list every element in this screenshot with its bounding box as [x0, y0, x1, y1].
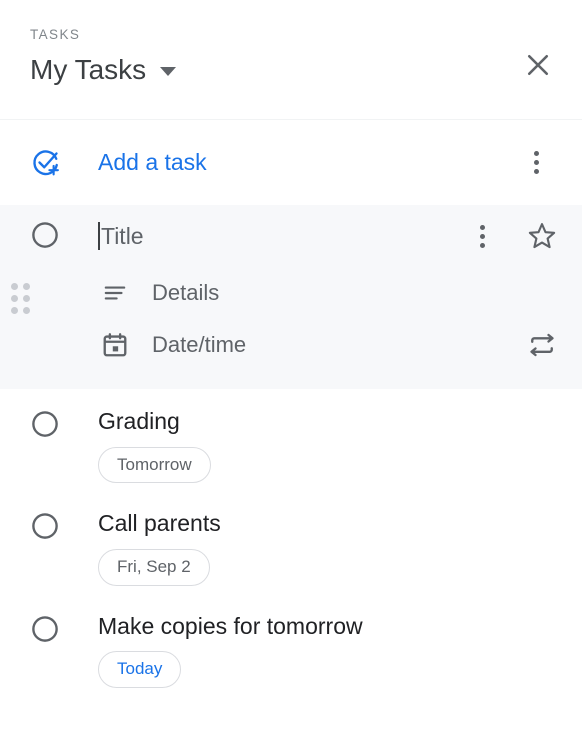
calendar-icon	[100, 330, 130, 360]
task-content: Grading Tomorrow	[98, 407, 211, 484]
circle-unchecked-icon	[32, 222, 58, 248]
close-button[interactable]	[516, 43, 560, 87]
star-outline-icon	[528, 223, 556, 249]
circle-unchecked-icon	[32, 513, 58, 540]
list-selector[interactable]: My Tasks	[30, 53, 582, 86]
task-due-chip[interactable]: Tomorrow	[98, 446, 211, 484]
add-task-check-circle-icon	[30, 147, 62, 179]
task-complete-checkbox[interactable]	[30, 614, 62, 646]
repeat-button[interactable]	[522, 325, 562, 365]
task-complete-checkbox[interactable]	[30, 409, 62, 441]
task-datetime-field[interactable]: Date/time	[0, 319, 582, 371]
more-vert-icon-dot	[533, 151, 539, 156]
add-task-label: Add a task	[98, 149, 207, 175]
more-vert-icon-dot	[533, 169, 539, 174]
task-row[interactable]: Make copies for tomorrow Today	[0, 594, 582, 696]
task-content: Call parents Fri, Sep 2	[98, 509, 221, 586]
task-datetime-placeholder: Date/time	[152, 332, 247, 357]
task-details-field[interactable]: Details	[0, 267, 582, 319]
more-vert-icon-dot	[533, 160, 539, 165]
task-title: Call parents	[98, 510, 221, 537]
new-task-title-actions	[462, 216, 562, 256]
task-title: Make copies for tomorrow	[98, 612, 363, 639]
page-title: My Tasks	[30, 53, 147, 85]
more-vert-icon	[479, 224, 485, 248]
task-content: Make copies for tomorrow Today	[98, 612, 363, 688]
add-task-button[interactable]: Add a task	[0, 120, 582, 205]
task-row[interactable]: Grading Tomorrow	[0, 389, 582, 491]
star-button[interactable]	[522, 216, 562, 256]
text-cursor	[98, 222, 100, 250]
circle-unchecked-icon	[32, 411, 58, 437]
task-complete-checkbox[interactable]	[30, 220, 62, 252]
new-task-editor: Title Details Date/time	[0, 205, 582, 389]
task-list: Grading Tomorrow Call parents Fri, Sep 2…	[0, 389, 582, 696]
task-row[interactable]: Call parents Fri, Sep 2	[0, 491, 582, 593]
task-due-chip[interactable]: Today	[98, 651, 182, 688]
task-due-chip[interactable]: Fri, Sep 2	[98, 549, 210, 586]
chevron-down-icon	[160, 67, 177, 77]
task-title: Grading	[98, 408, 180, 434]
task-title-input[interactable]: Title	[98, 218, 144, 254]
task-complete-checkbox[interactable]	[30, 511, 62, 543]
task-title-placeholder: Title	[101, 222, 144, 249]
task-options-button[interactable]	[462, 216, 502, 256]
circle-unchecked-icon	[32, 615, 58, 642]
task-details-placeholder: Details	[152, 280, 220, 305]
details-lines-icon	[100, 278, 130, 308]
tasks-panel-header: TASKS My Tasks	[0, 0, 582, 120]
repeat-icon	[530, 333, 554, 357]
panel-kicker-label: TASKS	[30, 27, 81, 42]
list-options-button[interactable]	[514, 141, 558, 185]
new-task-title-row: Title	[0, 205, 582, 267]
close-icon	[527, 54, 549, 76]
